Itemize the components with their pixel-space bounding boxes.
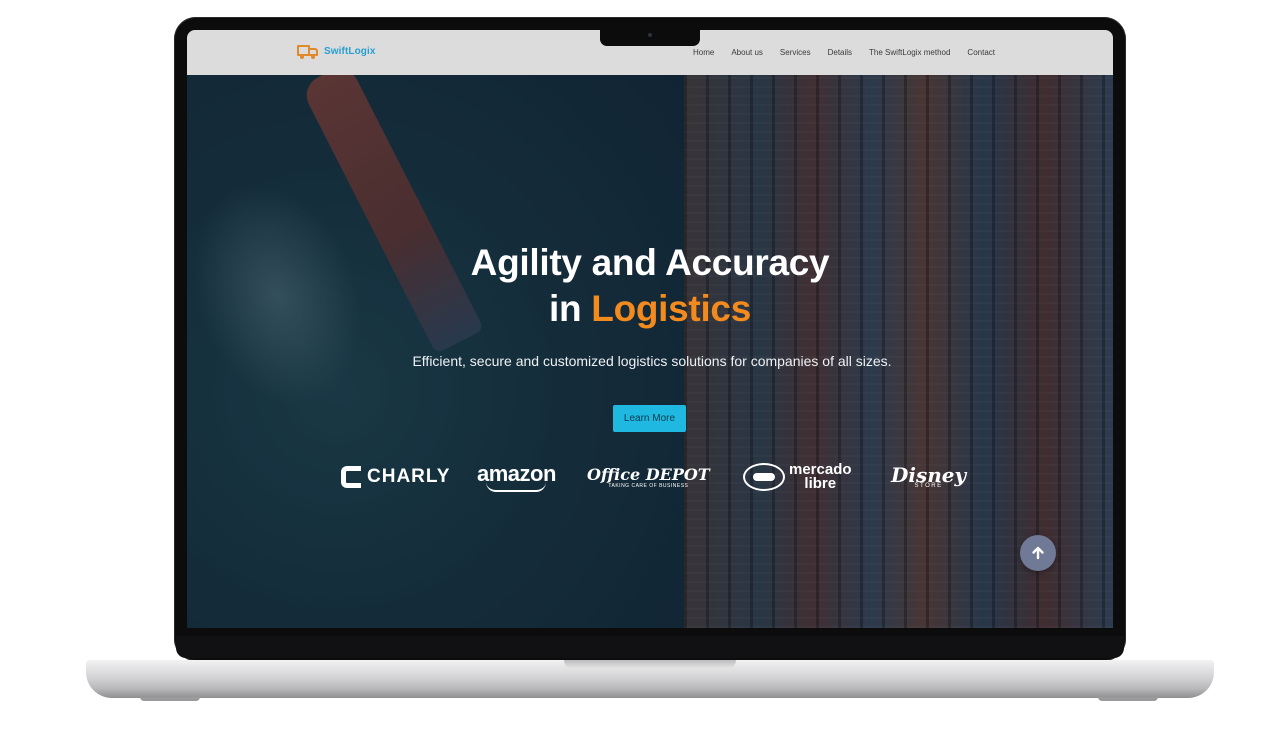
mercado-libre-logo: mercado libre	[743, 459, 852, 495]
charly-mark-icon	[341, 466, 361, 488]
headline-accent: Logistics	[591, 288, 751, 329]
site-logo[interactable]: SwiftLogix	[297, 43, 376, 59]
office-depot-logo: Office DEPOT TAKING CARE OF BUSINESS	[587, 464, 710, 489]
nav-link-contact[interactable]: Contact	[967, 48, 995, 57]
headline-line-2: in Logistics	[187, 286, 1113, 332]
headline-line-1: Agility and Accuracy	[470, 242, 830, 283]
truck-icon	[297, 43, 319, 59]
scroll-to-top-button[interactable]	[1020, 535, 1056, 571]
nav-link-method[interactable]: The SwiftLogix method	[869, 48, 950, 57]
amazon-smile-icon	[486, 482, 547, 492]
hero-subtitle: Efficient, secure and customized logisti…	[412, 353, 892, 369]
learn-more-button[interactable]: Learn More	[613, 405, 686, 432]
nav-link-details[interactable]: Details	[828, 48, 852, 57]
camera-icon	[648, 33, 652, 37]
laptop-foot-left	[140, 697, 200, 701]
disney-store-logo: Disney STORE	[891, 463, 967, 489]
nav-link-about-us[interactable]: About us	[731, 48, 763, 57]
laptop-chin	[176, 636, 1124, 658]
nav-menu: Home About us Services Details The Swift…	[693, 48, 995, 57]
hero-headline: Agility and Accuracy in Logistics	[187, 240, 1113, 332]
charly-logo: CHARLY	[341, 459, 450, 495]
laptop-screen: SwiftLogix Home About us Services Detail…	[187, 30, 1113, 628]
nav-link-home[interactable]: Home	[693, 48, 714, 57]
amazon-logo: amazon	[477, 459, 556, 495]
camera-notch	[600, 30, 700, 46]
partner-logos: CHARLY amazon Office DEPOT TAKING CARE O…	[337, 459, 977, 495]
handshake-icon	[743, 463, 785, 491]
brand-name: SwiftLogix	[324, 45, 376, 57]
nav-link-services[interactable]: Services	[780, 48, 811, 57]
laptop-foot-right	[1098, 697, 1158, 701]
arrow-up-icon	[1032, 546, 1044, 560]
headline-in: in	[549, 288, 582, 329]
laptop-base	[86, 660, 1214, 698]
